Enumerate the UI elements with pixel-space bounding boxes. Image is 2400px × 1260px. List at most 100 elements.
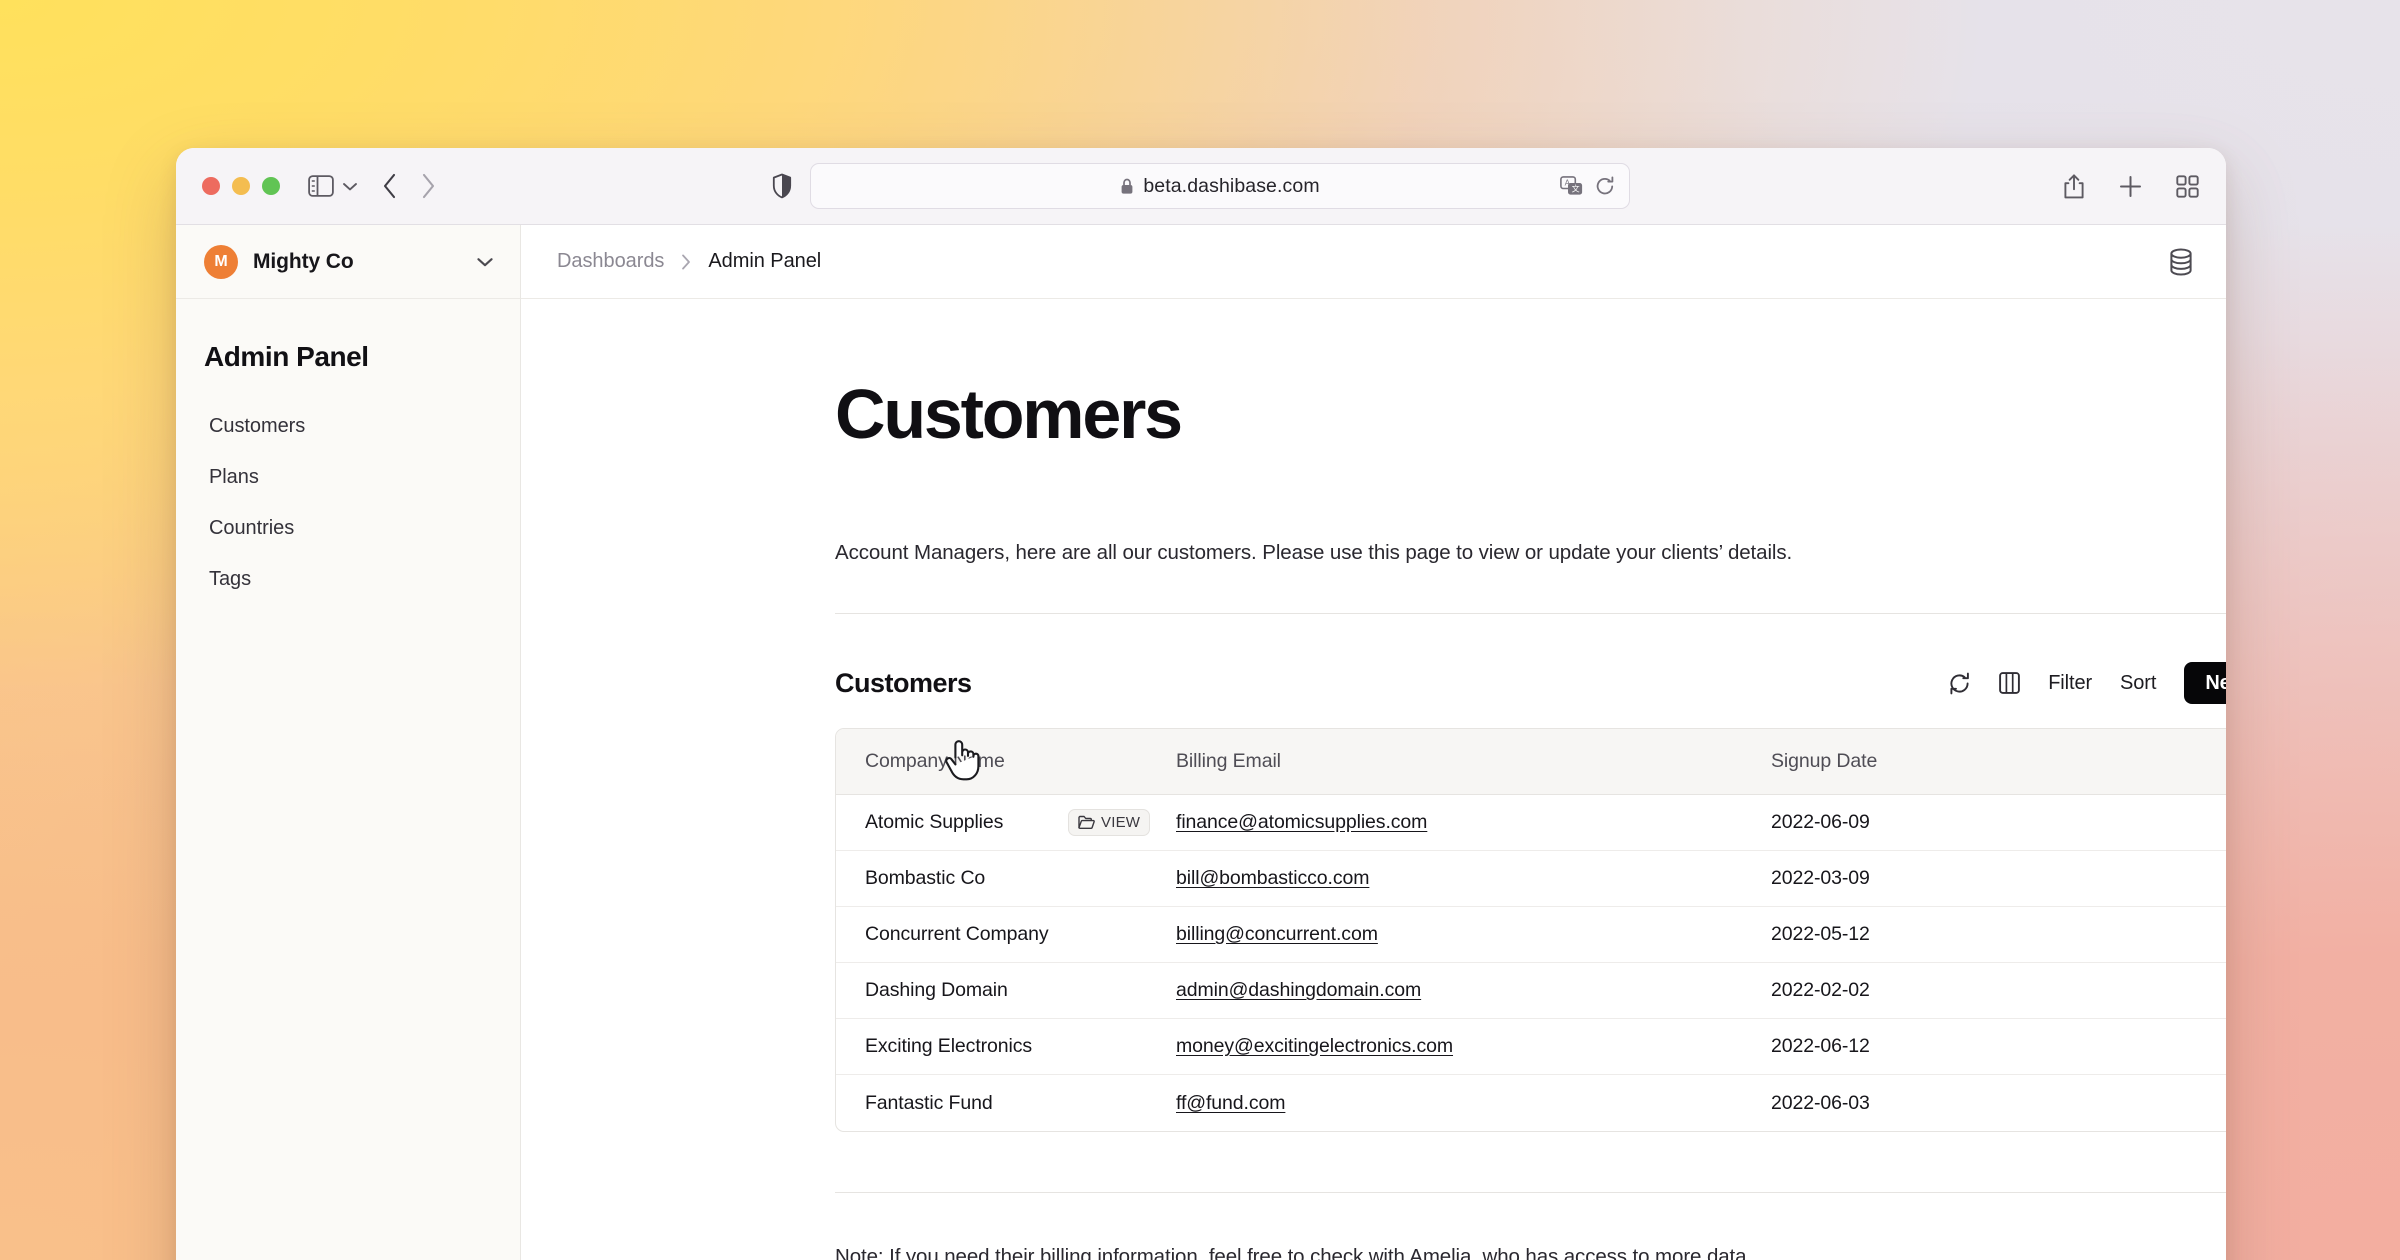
sidebar-item-plans[interactable]: Plans [176,452,520,503]
cell-company-name: Concurrent Company [836,923,1176,946]
company-name-text: Dashing Domain [865,979,1008,1002]
sidebar-toggle-icon[interactable] [308,175,334,197]
content-header: Dashboards Admin Panel [521,225,2226,299]
desktop-wallpaper: beta.dashibase.com A 文 [0,0,2400,1260]
page-title: Customers [835,377,2226,451]
company-name-text: Exciting Electronics [865,1035,1032,1058]
workspace-avatar: M [204,245,238,279]
chevron-right-icon [680,253,692,271]
view-row-button[interactable]: VIEW [1068,809,1150,836]
sidebar-body: Admin Panel Customers Plans Countries Ta… [176,299,520,605]
billing-email-link[interactable]: bill@bombasticco.com [1176,867,1369,889]
sidebar-item-customers[interactable]: Customers [176,401,520,452]
column-header-billing-email[interactable]: Billing Email [1176,750,1771,773]
maximize-window-button[interactable] [262,177,280,195]
column-header-signup-date[interactable]: Signup Date [1771,750,2226,773]
customers-table: Company Name Billing Email Signup Date A… [835,728,2226,1132]
url-input[interactable]: beta.dashibase.com A 文 [810,163,1630,209]
reload-icon[interactable] [1595,176,1615,197]
company-name-text: Concurrent Company [865,923,1049,946]
table-header-row: Company Name Billing Email Signup Date [836,729,2226,795]
cell-signup-date: 2022-02-02 [1771,979,2226,1002]
table-row[interactable]: Concurrent Company billing@concurrent.co… [836,907,2226,963]
page-description: Account Managers, here are all our custo… [835,541,2226,565]
url-bar-actions: A 文 [1560,176,1615,197]
cell-billing-email: billing@concurrent.com [1176,923,1771,946]
url-text: beta.dashibase.com [1143,175,1319,198]
breadcrumb-item-dashboards[interactable]: Dashboards [557,250,664,273]
chevron-down-icon[interactable] [342,181,358,192]
browser-window: beta.dashibase.com A 文 [176,148,2226,1260]
cell-billing-email: admin@dashingdomain.com [1176,979,1771,1002]
table-title: Customers [835,668,972,699]
translate-icon[interactable]: A 文 [1560,176,1583,196]
database-icon[interactable] [2168,248,2194,276]
minimize-window-button[interactable] [232,177,250,195]
table-row[interactable]: Fantastic Fund ff@fund.com 2022-06-03 [836,1075,2226,1131]
cell-signup-date: 2022-06-09 [1771,811,2226,834]
column-header-company-name[interactable]: Company Name [836,750,1176,773]
shield-privacy-icon[interactable] [772,173,792,199]
columns-icon[interactable] [1999,672,2020,694]
browser-toolbar-actions [2062,173,2200,200]
folder-open-icon [1078,815,1095,830]
back-arrow-icon[interactable] [382,173,398,199]
cell-company-name: Fantastic Fund [836,1092,1176,1115]
cell-billing-email: bill@bombasticco.com [1176,867,1771,890]
breadcrumb-item-admin-panel[interactable]: Admin Panel [708,250,821,273]
workspace-switcher[interactable]: M Mighty Co [176,225,520,299]
sidebar-item-countries[interactable]: Countries [176,503,520,554]
billing-email-link[interactable]: billing@concurrent.com [1176,923,1378,945]
cell-signup-date: 2022-03-09 [1771,867,2226,890]
billing-email-link[interactable]: money@excitingelectronics.com [1176,1035,1453,1057]
browser-toolbar: beta.dashibase.com A 文 [176,148,2226,225]
filter-button[interactable]: Filter [2048,672,2092,695]
cell-billing-email: money@excitingelectronics.com [1176,1035,1771,1058]
page-canvas: Customers Account Managers, here are all… [521,377,2226,1260]
lock-icon [1120,178,1134,195]
refresh-icon[interactable] [1948,672,1971,695]
sidebar-item-tags[interactable]: Tags [176,554,520,605]
sidebar-nav: Customers Plans Countries Tags [176,401,520,605]
sidebar-toggle-group [308,175,358,197]
main-content: Dashboards Admin Panel [521,225,2226,1260]
sort-button[interactable]: Sort [2120,672,2156,695]
cell-company-name: Dashing Domain [836,979,1176,1002]
cell-company-name: Bombastic Co [836,867,1176,890]
footer-note: Note: If you need their billing informat… [835,1245,2226,1260]
company-name-text: Fantastic Fund [865,1092,993,1115]
section-divider-bottom [835,1192,2226,1193]
cell-signup-date: 2022-05-12 [1771,923,2226,946]
header-actions [2168,248,2194,276]
table-toolbar-actions: Filter Sort New [1948,662,2226,704]
table-row[interactable]: Atomic Supplies [836,795,2226,851]
chevron-down-icon[interactable] [476,256,494,268]
billing-email-link[interactable]: finance@atomicsupplies.com [1176,811,1427,833]
url-content: beta.dashibase.com [1120,175,1319,198]
workspace-name: Mighty Co [253,250,354,274]
close-window-button[interactable] [202,177,220,195]
table-row[interactable]: Bombastic Co bill@bombasticco.com 2022-0… [836,851,2226,907]
app-sidebar: M Mighty Co Admin Panel Customers Plans … [176,225,521,1260]
table-row[interactable]: Exciting Electronics money@excitingelect… [836,1019,2226,1075]
cell-signup-date: 2022-06-03 [1771,1092,2226,1115]
view-row-label: VIEW [1101,815,1140,830]
tab-grid-icon[interactable] [2175,174,2200,199]
plus-icon[interactable] [2118,174,2143,199]
cell-company-name: Exciting Electronics [836,1035,1176,1058]
billing-email-link[interactable]: ff@fund.com [1176,1092,1285,1114]
cell-signup-date: 2022-06-12 [1771,1035,2226,1058]
navigation-arrows [382,173,436,199]
new-button[interactable]: New [2184,662,2226,704]
page-scroll-area[interactable]: Customers Account Managers, here are all… [521,299,2226,1260]
share-icon[interactable] [2062,173,2086,200]
cell-billing-email: finance@atomicsupplies.com [1176,811,1771,834]
section-divider-top [835,613,2226,614]
breadcrumb: Dashboards Admin Panel [557,250,821,273]
table-row[interactable]: Dashing Domain admin@dashingdomain.com 2… [836,963,2226,1019]
window-traffic-lights [202,177,280,195]
sidebar-title: Admin Panel [176,341,520,373]
forward-arrow-icon[interactable] [420,173,436,199]
cell-billing-email: ff@fund.com [1176,1092,1771,1115]
billing-email-link[interactable]: admin@dashingdomain.com [1176,979,1421,1001]
